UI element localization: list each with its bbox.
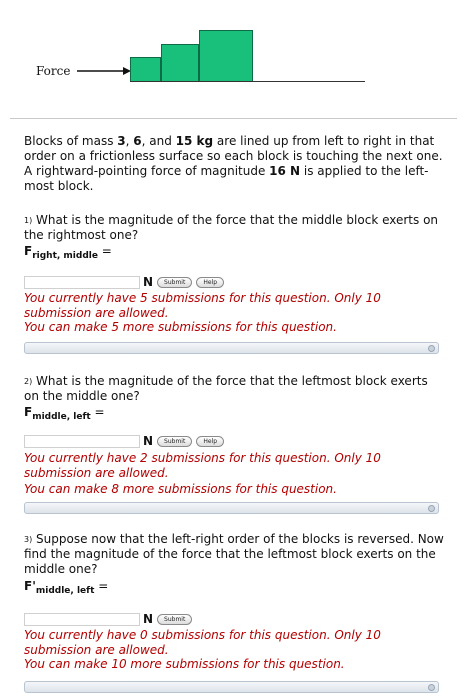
variable-label-1: Fright, middle = (24, 244, 112, 261)
submit-button[interactable]: Submit (157, 613, 193, 625)
question-number: 3) (24, 535, 33, 544)
block-small (130, 57, 161, 82)
force-diagram: Force (0, 0, 467, 112)
block-large (199, 30, 253, 82)
unit-label: N (143, 612, 154, 626)
expand-icon (428, 684, 435, 691)
problem-statement: Blocks of mass 3, 6, and 15 kg are lined… (24, 134, 443, 193)
unit-label: N (143, 275, 154, 289)
answer-row-2: N Submit Help (24, 433, 228, 449)
question-text: What is the magnitude of the force that … (24, 374, 428, 403)
remaining-submissions-1: You can make 5 more submissions for this… (24, 320, 337, 334)
variable-label-3: F'middle, left = (24, 579, 109, 596)
expand-icon (428, 505, 435, 512)
submit-button[interactable]: Submit (157, 435, 193, 447)
submit-button[interactable]: Submit (157, 276, 193, 288)
block-medium (161, 44, 199, 82)
question-text: What is the magnitude of the force that … (24, 213, 439, 242)
question-number: 1) (24, 216, 33, 225)
remaining-submissions-2: You can make 8 more submissions for this… (24, 482, 337, 496)
expand-icon (428, 345, 435, 352)
submission-status-2: You currently have 2 submissions for thi… (24, 451, 381, 480)
unit-label: N (143, 434, 154, 448)
force-arrow-icon (77, 67, 131, 75)
hint-bar-3[interactable] (24, 681, 439, 693)
question-2: 2) What is the magnitude of the force th… (24, 374, 444, 404)
variable-label-2: Fmiddle, left = (24, 405, 105, 422)
remaining-submissions-3: You can make 10 more submissions for thi… (24, 657, 345, 671)
question-text: Suppose now that the left-right order of… (24, 532, 444, 576)
submission-status-1: You currently have 5 submissions for thi… (24, 291, 381, 320)
frictionless-surface (130, 81, 365, 82)
help-button[interactable]: Help (196, 276, 225, 288)
question-1: 1) What is the magnitude of the force th… (24, 213, 444, 243)
answer-input-1[interactable] (24, 275, 140, 289)
hint-bar-2[interactable] (24, 502, 439, 514)
answer-row-3: N Submit (24, 611, 196, 627)
answer-row-1: N Submit Help (24, 274, 228, 290)
help-button[interactable]: Help (196, 435, 225, 447)
answer-input-3[interactable] (24, 612, 140, 626)
question-3: 3) Suppose now that the left-right order… (24, 532, 444, 577)
hint-bar-1[interactable] (24, 342, 439, 354)
force-label: Force (36, 64, 71, 78)
divider (10, 118, 457, 119)
question-number: 2) (24, 377, 33, 386)
answer-input-2[interactable] (24, 434, 140, 448)
submission-status-3: You currently have 0 submissions for thi… (24, 628, 381, 657)
